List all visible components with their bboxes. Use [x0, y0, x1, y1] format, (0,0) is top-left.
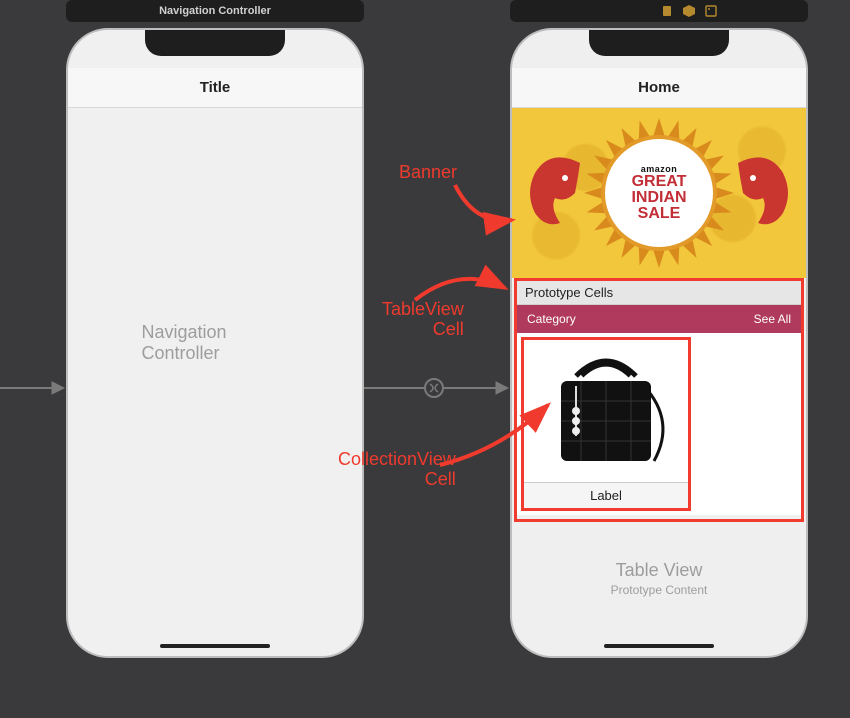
banner-circle: amazon GREAT INDIAN SALE [605, 139, 713, 247]
home-scene[interactable]: Home [510, 28, 808, 658]
segue-arrow-in-icon [0, 368, 66, 408]
collectionview-cell-highlight[interactable]: Label [521, 337, 691, 511]
elephant-right-icon [732, 148, 798, 238]
tableview-placeholder: Table View Prototype Content [512, 560, 806, 597]
home-indicator [604, 644, 714, 648]
cell-label: Label [524, 482, 688, 508]
tableview-title: Table View [512, 560, 806, 581]
elephant-left-icon [520, 148, 586, 238]
navigation-controller-placeholder: Navigation Controller [142, 322, 289, 364]
banner-line1: GREAT [632, 174, 687, 190]
nav-title: Title [200, 79, 231, 96]
collectionview[interactable]: Label [517, 333, 801, 515]
scene-titlebar-right[interactable] [510, 0, 808, 22]
tableview-subtitle: Prototype Content [512, 583, 806, 597]
notch [589, 30, 729, 56]
product-image [524, 340, 688, 482]
segue-arrow-between-icon[interactable] [364, 368, 510, 408]
category-bar[interactable]: Category See All [517, 305, 801, 333]
scene-title-text: Navigation Controller [159, 5, 271, 17]
cube-icon [682, 4, 696, 18]
document-icon [660, 4, 674, 18]
scene-titlebar-left[interactable]: Navigation Controller [66, 0, 364, 22]
see-all-link[interactable]: See All [754, 312, 791, 326]
home-indicator [160, 644, 270, 648]
image-icon [704, 4, 718, 18]
annotation-tableview-cell: TableView Cell [382, 300, 464, 340]
banner-line3: SALE [638, 206, 681, 222]
navbar: Home [512, 68, 806, 108]
annotation-banner: Banner [399, 162, 457, 183]
banner-line2: INDIAN [631, 190, 686, 206]
annotation-collectionview-cell: CollectionView Cell [338, 450, 456, 490]
collectionview-cell[interactable] [697, 337, 787, 511]
nav-title: Home [638, 79, 680, 96]
category-title: Category [527, 312, 576, 326]
banner-image: amazon GREAT INDIAN SALE [512, 108, 806, 278]
navigation-controller-scene[interactable]: Title Navigation Controller [66, 28, 364, 658]
notch [145, 30, 285, 56]
tableview-cell-highlight: Prototype Cells Category See All [514, 278, 804, 522]
navbar: Title [68, 68, 362, 108]
prototype-cells-header: Prototype Cells [517, 281, 801, 305]
